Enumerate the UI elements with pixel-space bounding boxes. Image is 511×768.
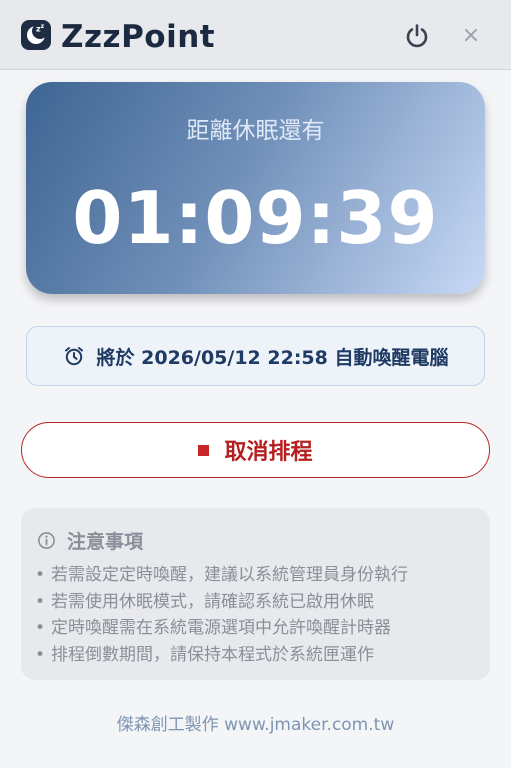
- power-button[interactable]: [402, 21, 432, 51]
- wake-schedule-info: 將於 2026/05/12 22:58 自動喚醒電腦: [26, 326, 485, 386]
- power-icon: [406, 24, 428, 48]
- stop-icon: [198, 444, 210, 456]
- info-icon: [38, 532, 55, 549]
- footer-credit: 傑森創工製作 www.jmaker.com.tw: [116, 715, 395, 735]
- notice-panel: 注意事項 • 若需設定定時喚醒，建議以系統管理員身份執行 • 若需使用休眠模式，請確…: [21, 508, 490, 680]
- cancel-schedule-button[interactable]: 取消排程: [21, 422, 490, 478]
- title-bar: zz ZzzPoint ×: [0, 0, 511, 70]
- wake-text: 將於 2026/05/12 22:58 自動喚醒電腦: [96, 346, 449, 369]
- countdown-card: 距離休眠還有 01:09:39: [26, 82, 485, 294]
- notice-item: • 若需使用休眠模式，請確認系統已啟用休眠: [35, 591, 375, 612]
- notice-list: • 若需設定定時喚醒，建議以系統管理員身份執行 • 若需使用休眠模式，請確認系統已啟…: [35, 562, 408, 668]
- notice-item: • 排程倒數期間，請保持本程式於系統匣運作: [35, 644, 375, 665]
- countdown-label: 距離休眠還有: [186, 118, 325, 144]
- notice-item: • 定時喚醒需在系統電源選項中允許喚醒計時器: [35, 618, 392, 638]
- close-icon: ×: [461, 23, 481, 48]
- app-title: ZzzPoint: [61, 19, 216, 55]
- cancel-schedule-label: 取消排程: [224, 440, 313, 465]
- notice-header: 注意事項: [37, 527, 143, 554]
- notice-item: • 若需設定定時喚醒，建議以系統管理員身份執行: [35, 565, 409, 585]
- alarm-clock-icon: [64, 347, 83, 366]
- notice-title: 注意事項: [67, 531, 144, 553]
- countdown-time: 01:09:39: [72, 176, 439, 260]
- app-logo-icon: zz: [21, 20, 51, 50]
- close-button[interactable]: ×: [459, 24, 483, 48]
